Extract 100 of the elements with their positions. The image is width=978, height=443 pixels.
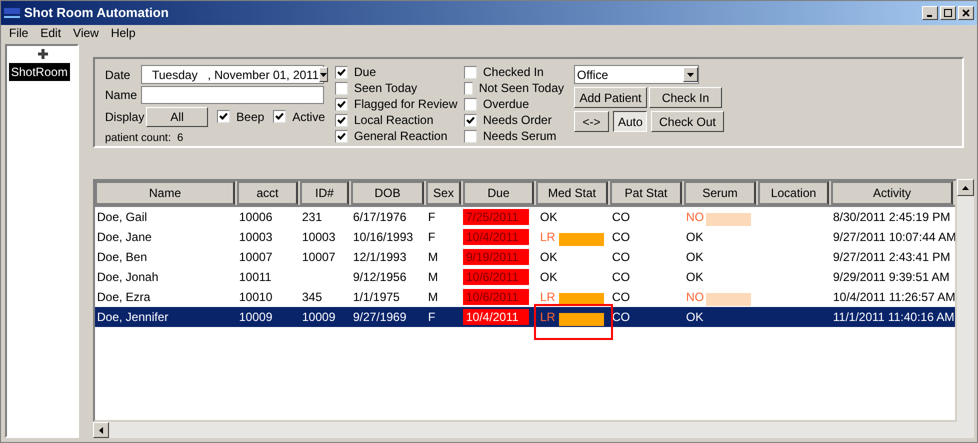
status-text: OK — [539, 269, 558, 286]
toolbar-button[interactable]: Add Patient — [574, 87, 647, 108]
table-row[interactable]: Doe, Jane 10003 10003 10/16/1993 F 10/4/2011 LR CO OK 9/27/2011 10:07:44 AM — [95, 227, 955, 247]
table-cell-text: 10011 — [238, 269, 272, 286]
table-cell-text: Doe, Jennifer — [96, 309, 168, 326]
status-text: LR — [539, 229, 556, 246]
menu-item[interactable]: File — [9, 24, 28, 42]
column-header[interactable]: Name — [95, 181, 235, 205]
checkbox[interactable] — [335, 66, 348, 78]
check-icon — [466, 116, 475, 124]
checkbox[interactable] — [464, 98, 477, 110]
scroll-up-button[interactable] — [957, 179, 974, 196]
column-header[interactable]: Serum — [684, 181, 756, 205]
expand-icon[interactable] — [37, 48, 49, 60]
table-cell-text: 10009 — [301, 309, 336, 326]
column-header[interactable]: DOB — [351, 181, 424, 205]
dropdown-button[interactable] — [318, 67, 328, 82]
maximize-button[interactable] — [940, 6, 956, 20]
table-cell-text: 8/30/2011 2:45:19 PM — [832, 209, 950, 226]
checkbox[interactable] — [464, 82, 473, 94]
checkbox[interactable] — [273, 110, 286, 124]
table-cell-text: 10003 — [238, 229, 272, 246]
status-bar — [559, 232, 604, 246]
toolbar-button[interactable]: <-> — [574, 111, 609, 132]
table-cell-text: 10/16/1993 — [352, 229, 414, 246]
table-cell-text: CO — [611, 229, 630, 246]
table-cell-text: F — [427, 229, 436, 246]
table-cell-text: 10009 — [238, 309, 272, 326]
status-text: OK — [685, 249, 704, 266]
table-cell-text: Doe, Ben — [96, 249, 148, 266]
name-label: Name — [105, 86, 138, 104]
check-icon — [275, 112, 284, 122]
menu-item[interactable]: Edit — [40, 24, 62, 42]
select-value: Office — [577, 66, 610, 84]
checkbox[interactable] — [464, 66, 477, 78]
checkbox[interactable] — [464, 130, 477, 142]
toolbar-button[interactable]: Check Out — [651, 111, 724, 132]
checkbox-label: Due — [354, 64, 376, 81]
column-header[interactable]: acct — [237, 181, 298, 205]
column-header[interactable]: Pat Stat — [610, 181, 682, 205]
app-icon — [4, 6, 20, 20]
tree-item[interactable]: ShotRoom — [9, 63, 70, 81]
horizontal-scrollbar[interactable] — [93, 422, 957, 438]
status-text: OK — [539, 209, 558, 226]
patient-count: patient count: 6 — [105, 130, 184, 146]
caret-icon — [687, 72, 694, 76]
checkbox[interactable] — [335, 130, 348, 142]
table-cell-text: 9/27/2011 10:07:44 AM — [832, 229, 955, 246]
checkbox[interactable] — [217, 110, 230, 124]
checkbox[interactable] — [335, 98, 348, 110]
close-button[interactable] — [958, 6, 974, 20]
table-cell-text: 9/29/2011 9:39:51 AM — [832, 269, 950, 286]
display-button[interactable]: All — [146, 106, 208, 127]
table-row[interactable]: Doe, Ezra 10010 345 1/1/1975 M 10/6/2011 LR CO NO 10/4/2011 11:26:57 AM — [95, 287, 955, 307]
checkbox-label: Beep — [236, 108, 264, 126]
checkbox-label: General Reaction — [354, 128, 448, 145]
column-header[interactable]: Med Stat — [536, 181, 608, 205]
table-cell-text: 6/17/1976 — [352, 209, 406, 226]
table-cell-text: Doe, Gail — [96, 209, 148, 226]
minimize-button[interactable] — [922, 6, 938, 20]
due-date-cell: 10/4/2011 — [463, 309, 529, 325]
column-header[interactable]: Sex — [426, 181, 461, 205]
table-cell-text: 12/1/1993 — [352, 249, 406, 266]
table-cell-text: 231 — [301, 209, 322, 226]
checkbox-label: Needs Serum — [483, 128, 556, 145]
menu-item[interactable]: Help — [110, 24, 136, 42]
table-cell-text: 9/12/1956 — [352, 269, 406, 286]
table-cell-text: M — [427, 249, 438, 266]
due-date-cell: 9/19/2011 — [463, 249, 529, 265]
name-field[interactable] — [141, 86, 324, 104]
column-header[interactable]: Due — [463, 181, 534, 205]
status-bar — [706, 212, 751, 226]
scroll-left-button[interactable] — [93, 422, 109, 438]
dropdown-button[interactable] — [683, 67, 698, 82]
toolbar-button[interactable]: Check In — [649, 87, 722, 108]
table-cell-text: 10/4/2011 11:26:57 AM — [832, 289, 955, 306]
checkbox-label: Active — [292, 108, 325, 126]
window-title: Shot Room Automation — [24, 4, 169, 22]
toolbar-button[interactable]: Auto — [613, 111, 647, 132]
location-select[interactable]: Office — [574, 65, 699, 84]
checkbox[interactable] — [335, 82, 348, 94]
close-icon — [962, 9, 970, 17]
status-text: NO — [685, 209, 704, 226]
checkbox[interactable] — [335, 114, 348, 126]
table-row[interactable]: Doe, Jennifer 10009 10009 9/27/1969 F 10/4/2011 LR CO OK 11/1/2011 11:40:16 AM — [95, 307, 955, 327]
column-header[interactable]: Activity — [831, 181, 953, 205]
status-text: NO — [685, 289, 704, 306]
table-cell-text: M — [427, 269, 438, 286]
menu-item[interactable]: View — [73, 24, 99, 42]
table-cell-text: 10007 — [301, 249, 336, 266]
check-icon — [219, 112, 228, 122]
table-cell-text: Doe, Ezra — [96, 289, 150, 306]
checkbox[interactable] — [464, 114, 477, 126]
column-header[interactable]: Location — [758, 181, 829, 205]
vertical-scrollbar[interactable] — [957, 179, 974, 438]
table-cell-text: 10007 — [238, 249, 272, 266]
column-header[interactable]: ID# — [300, 181, 349, 205]
status-text: LR — [539, 309, 556, 326]
due-date-cell: 7/25/2011 — [463, 209, 529, 225]
checkbox-label: Needs Order — [483, 112, 552, 129]
